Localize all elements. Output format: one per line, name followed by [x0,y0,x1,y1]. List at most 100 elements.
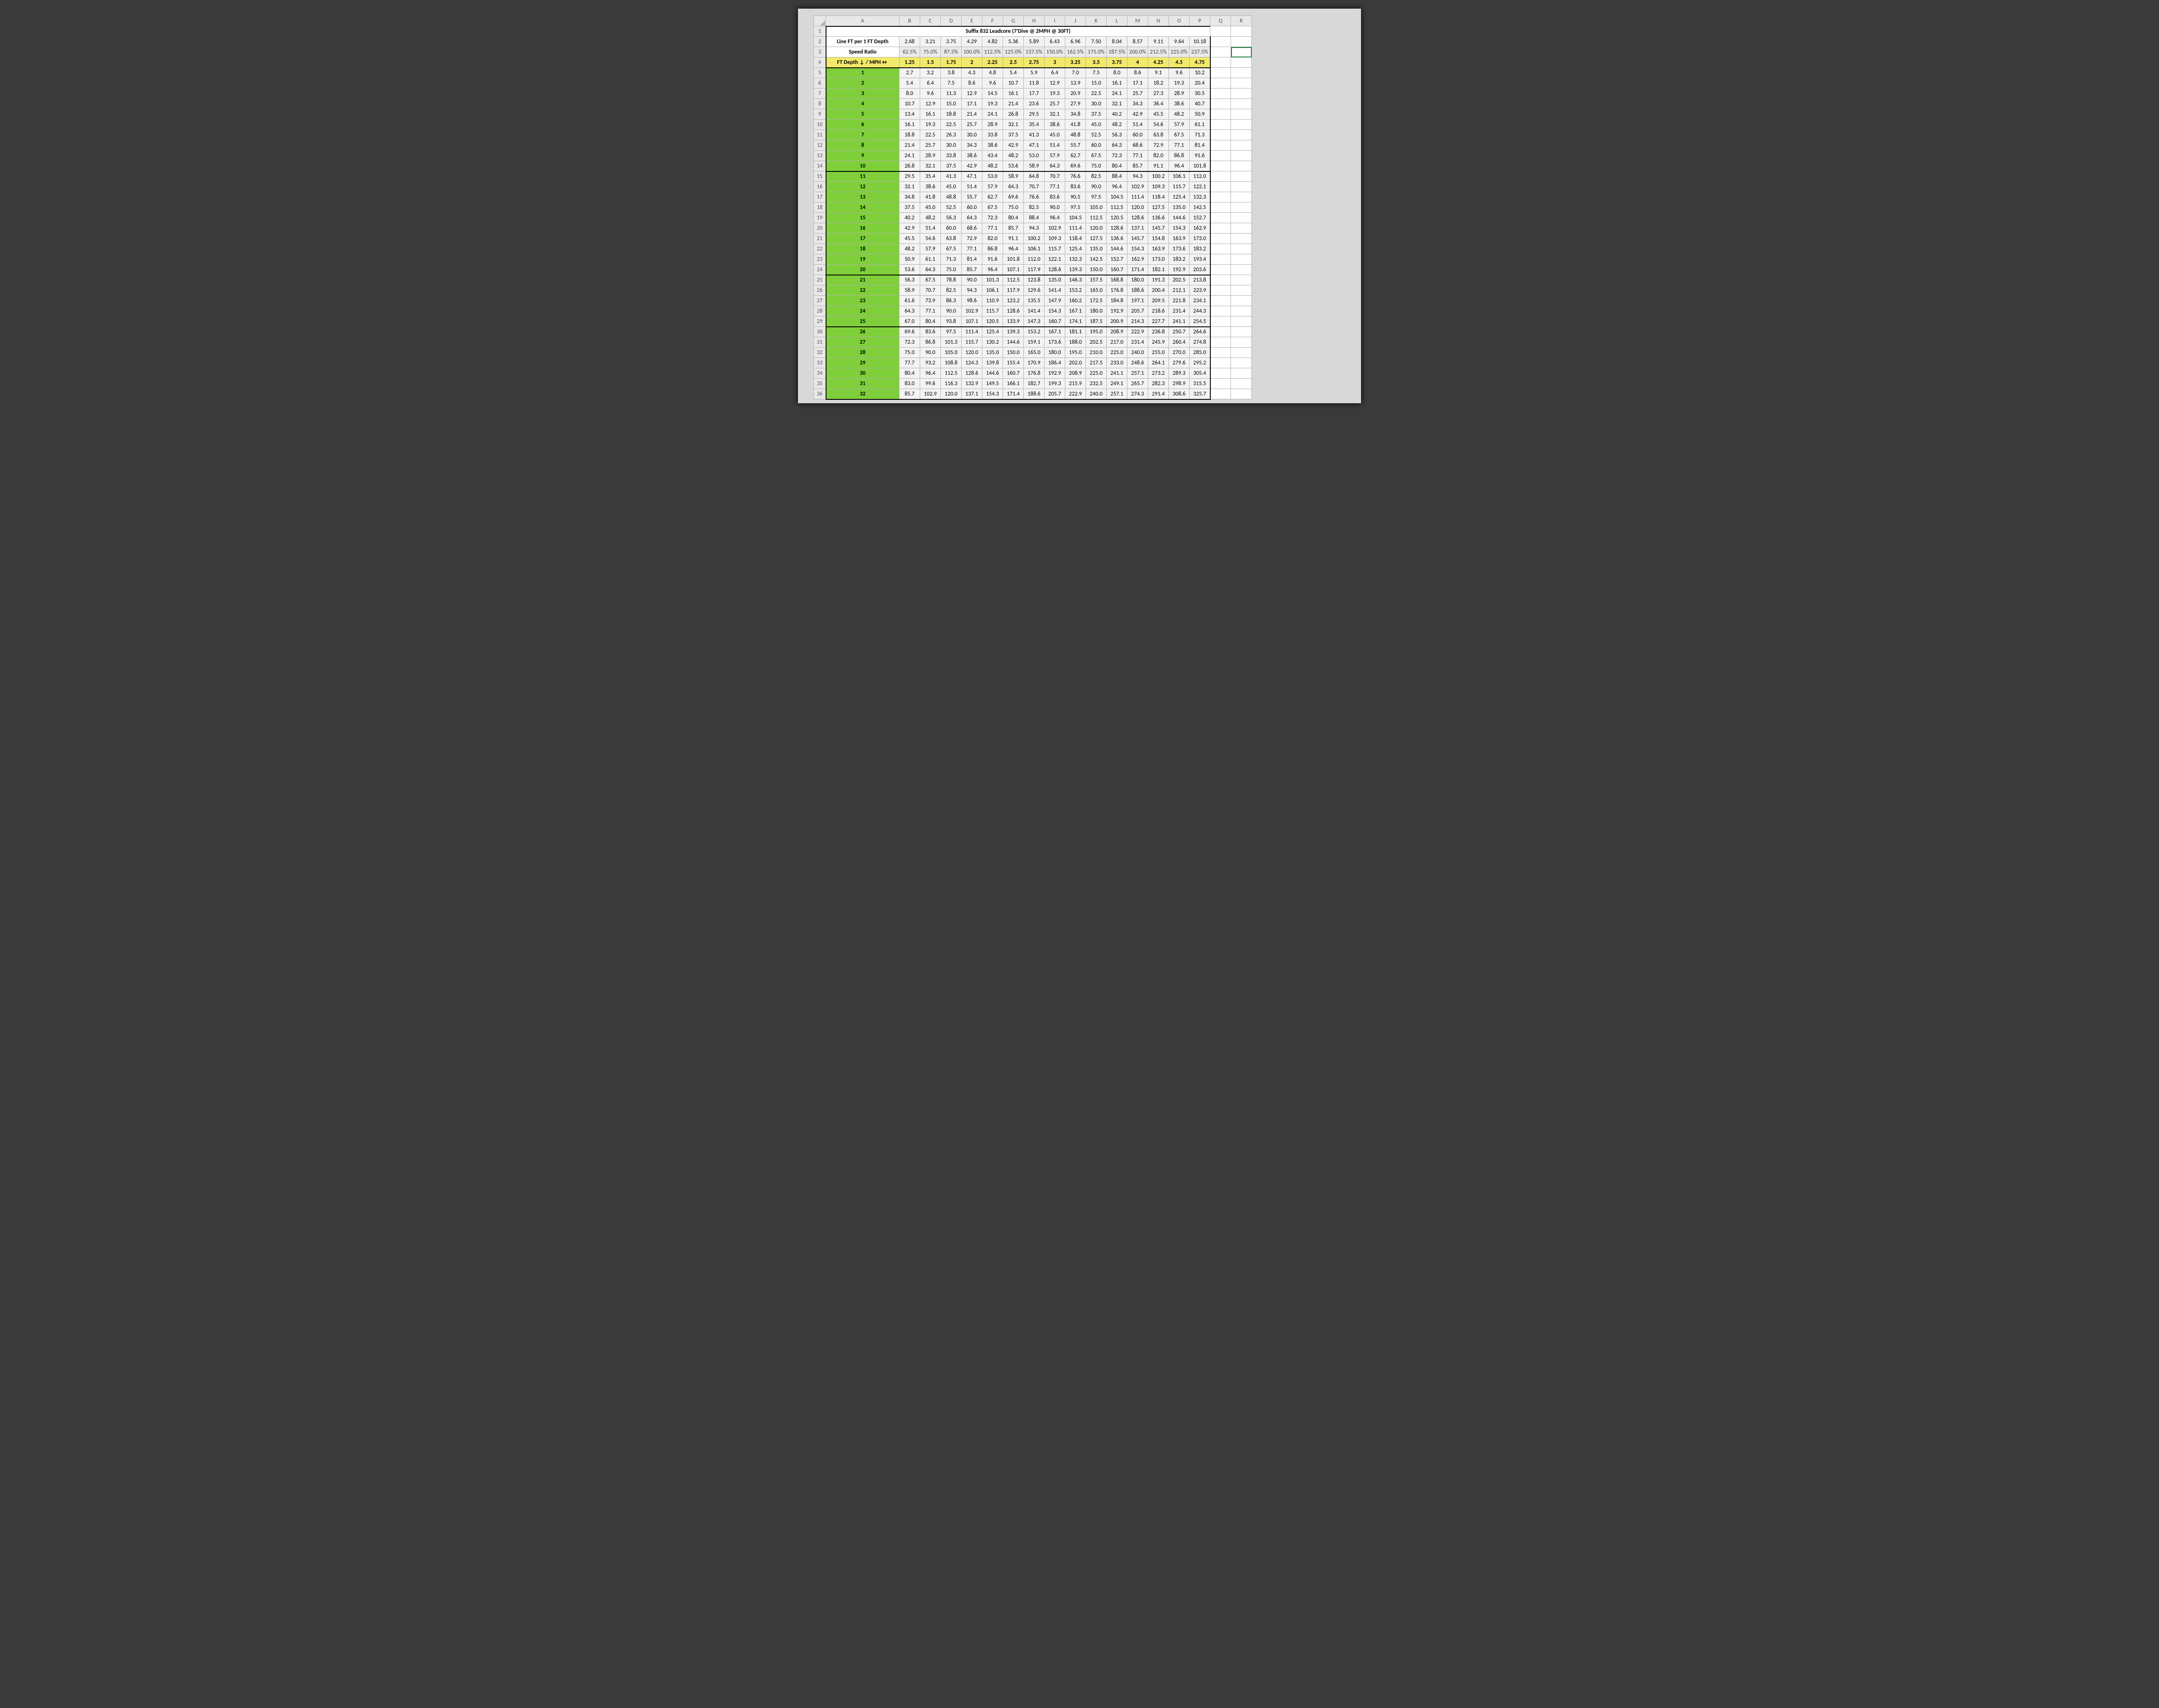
value-d31-c2[interactable]: 116.3 [941,379,962,389]
mph-6[interactable]: 2.75 [1024,57,1045,68]
empty-cell[interactable] [1210,151,1231,161]
value-d9-c9[interactable]: 67.5 [1086,151,1107,161]
value-d5-c3[interactable]: 21.4 [962,109,982,120]
value-d20-c9[interactable]: 150.0 [1086,265,1107,275]
value-d27-c5[interactable]: 144.6 [1003,337,1024,348]
empty-cell[interactable] [1210,254,1231,265]
mph-10[interactable]: 3.75 [1107,57,1127,68]
col-header-O[interactable]: O [1169,16,1190,26]
depth-label-24[interactable]: 24 [826,306,899,316]
row-header-14[interactable]: 14 [814,161,826,171]
value-d26-c10[interactable]: 208.9 [1107,327,1127,337]
col-header-H[interactable]: H [1024,16,1045,26]
value-d28-c9[interactable]: 210.0 [1086,348,1107,358]
value-d9-c6[interactable]: 53.0 [1024,151,1045,161]
lineft-13[interactable]: 9.64 [1169,37,1190,47]
value-d21-c0[interactable]: 56.3 [899,275,920,285]
value-d32-c5[interactable]: 171.4 [1003,389,1024,399]
value-d11-c9[interactable]: 82.5 [1086,171,1107,182]
value-d7-c9[interactable]: 52.5 [1086,130,1107,140]
lineft-1[interactable]: 3.21 [920,37,941,47]
value-d20-c10[interactable]: 160.7 [1107,265,1127,275]
value-d26-c5[interactable]: 139.3 [1003,327,1024,337]
speedratio-7[interactable]: 150.0% [1045,47,1065,57]
empty-cell[interactable] [1210,140,1231,151]
row-header-18[interactable]: 18 [814,202,826,213]
value-d15-c14[interactable]: 152.7 [1190,213,1210,223]
value-d8-c7[interactable]: 51.4 [1045,140,1065,151]
value-d1-c9[interactable]: 7.5 [1086,68,1107,78]
empty-cell[interactable] [1210,358,1231,368]
value-d22-c7[interactable]: 141.4 [1045,285,1065,296]
value-d27-c14[interactable]: 274.8 [1190,337,1210,348]
mph-9[interactable]: 3.5 [1086,57,1107,68]
value-d26-c0[interactable]: 69.6 [899,327,920,337]
row-header-33[interactable]: 33 [814,358,826,368]
value-d12-c13[interactable]: 115.7 [1169,182,1190,192]
value-d14-c4[interactable]: 67.5 [982,202,1003,213]
depth-label-21[interactable]: 21 [826,275,899,285]
mph-1[interactable]: 1.5 [920,57,941,68]
depth-label-11[interactable]: 11 [826,171,899,182]
value-d21-c1[interactable]: 67.5 [920,275,941,285]
value-d22-c6[interactable]: 129.6 [1024,285,1045,296]
value-d14-c14[interactable]: 142.5 [1190,202,1210,213]
row-header-26[interactable]: 26 [814,285,826,296]
value-d15-c11[interactable]: 128.6 [1127,213,1148,223]
row-header-21[interactable]: 21 [814,234,826,244]
value-d10-c14[interactable]: 101.8 [1190,161,1210,171]
lineft-0[interactable]: 2.68 [899,37,920,47]
value-d26-c7[interactable]: 167.1 [1045,327,1065,337]
value-d17-c13[interactable]: 163.9 [1169,234,1190,244]
value-d10-c5[interactable]: 53.6 [1003,161,1024,171]
value-d9-c12[interactable]: 82.0 [1148,151,1169,161]
value-d16-c6[interactable]: 94.3 [1024,223,1045,234]
value-d27-c2[interactable]: 101.3 [941,337,962,348]
value-d16-c12[interactable]: 145.7 [1148,223,1169,234]
value-d4-c12[interactable]: 36.4 [1148,99,1169,109]
value-d8-c0[interactable]: 21.4 [899,140,920,151]
col-header-F[interactable]: F [982,16,1003,26]
value-d10-c0[interactable]: 26.8 [899,161,920,171]
value-d28-c14[interactable]: 285.0 [1190,348,1210,358]
empty-cell[interactable] [1231,171,1252,182]
value-d22-c14[interactable]: 223.9 [1190,285,1210,296]
col-header-B[interactable]: B [899,16,920,26]
value-d28-c3[interactable]: 120.0 [962,348,982,358]
value-d7-c1[interactable]: 22.5 [920,130,941,140]
value-d15-c9[interactable]: 112.5 [1086,213,1107,223]
empty-cell[interactable] [1210,26,1231,37]
value-d28-c13[interactable]: 270.0 [1169,348,1190,358]
value-d32-c14[interactable]: 325.7 [1190,389,1210,399]
value-d16-c7[interactable]: 102.9 [1045,223,1065,234]
value-d20-c7[interactable]: 128.6 [1045,265,1065,275]
value-d5-c13[interactable]: 48.2 [1169,109,1190,120]
value-d3-c9[interactable]: 22.5 [1086,89,1107,99]
value-d4-c9[interactable]: 30.0 [1086,99,1107,109]
value-d8-c4[interactable]: 38.6 [982,140,1003,151]
value-d6-c11[interactable]: 51.4 [1127,120,1148,130]
value-d17-c2[interactable]: 63.8 [941,234,962,244]
depth-label-28[interactable]: 28 [826,348,899,358]
value-d2-c0[interactable]: 5.4 [899,78,920,89]
value-d23-c2[interactable]: 86.3 [941,296,962,306]
value-d17-c9[interactable]: 127.5 [1086,234,1107,244]
value-d6-c5[interactable]: 32.1 [1003,120,1024,130]
value-d20-c11[interactable]: 171.4 [1127,265,1148,275]
value-d32-c3[interactable]: 137.1 [962,389,982,399]
depth-label-16[interactable]: 16 [826,223,899,234]
value-d27-c3[interactable]: 115.7 [962,337,982,348]
value-d25-c5[interactable]: 133.9 [1003,316,1024,327]
value-d10-c2[interactable]: 37.5 [941,161,962,171]
value-d12-c0[interactable]: 32.1 [899,182,920,192]
value-d23-c12[interactable]: 209.5 [1148,296,1169,306]
value-d25-c8[interactable]: 174.1 [1065,316,1086,327]
value-d20-c6[interactable]: 117.9 [1024,265,1045,275]
value-d10-c13[interactable]: 96.4 [1169,161,1190,171]
value-d21-c13[interactable]: 202.5 [1169,275,1190,285]
row-header-10[interactable]: 10 [814,120,826,130]
empty-cell[interactable] [1231,223,1252,234]
value-d2-c9[interactable]: 15.0 [1086,78,1107,89]
row-header-13[interactable]: 13 [814,151,826,161]
value-d14-c3[interactable]: 60.0 [962,202,982,213]
